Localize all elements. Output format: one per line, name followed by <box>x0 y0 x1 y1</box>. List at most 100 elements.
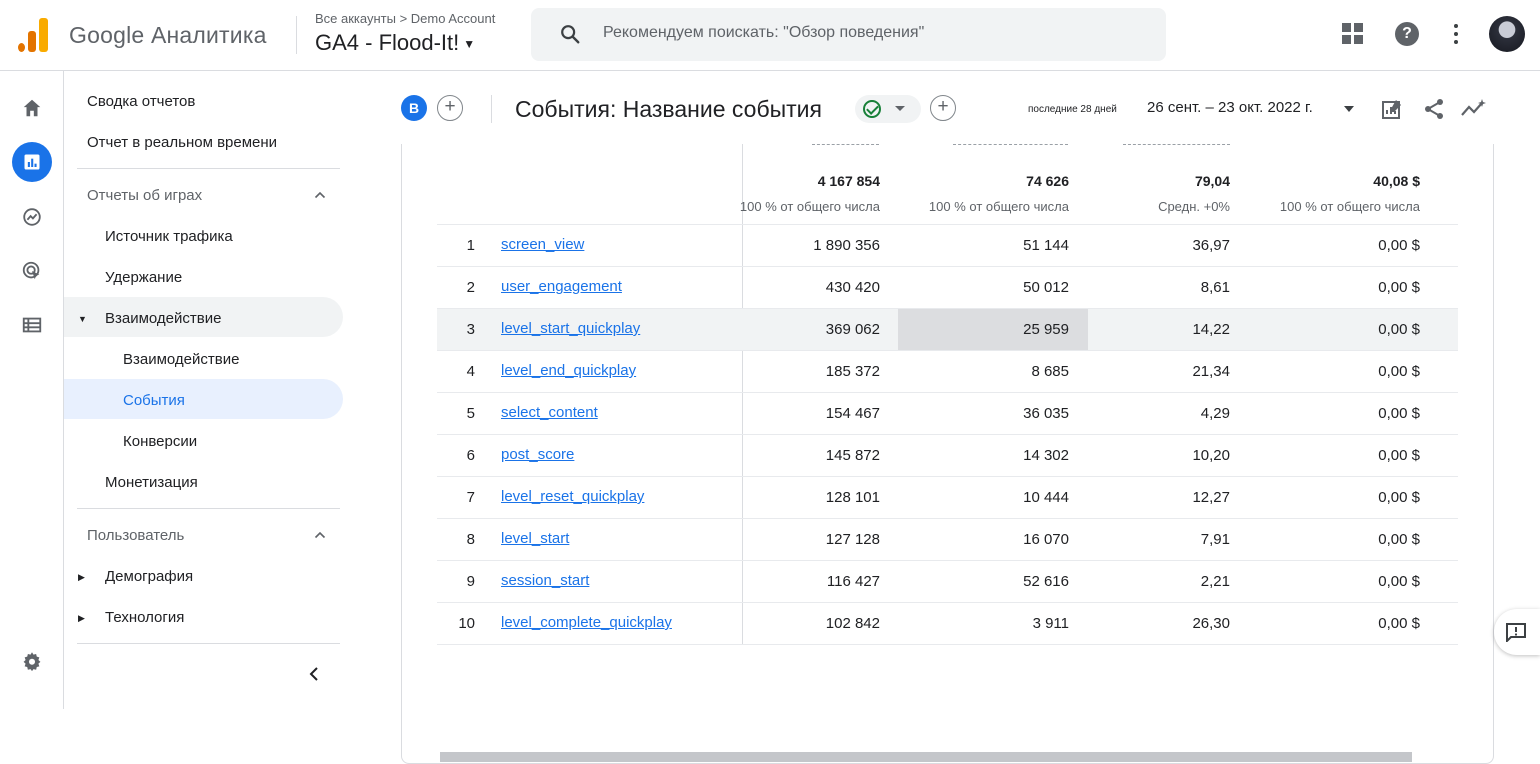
event-name-link[interactable]: select_content <box>501 404 598 421</box>
nav-events[interactable]: События <box>123 392 185 409</box>
total-value: 4 167 854 <box>817 173 880 189</box>
nav-section-user[interactable]: Пользователь <box>87 527 184 544</box>
date-range-selector[interactable]: 26 сент. – 23 окт. 2022 г. <box>1147 99 1313 116</box>
nav-retention[interactable]: Удержание <box>105 269 182 286</box>
help-icon[interactable]: ? <box>1395 22 1419 46</box>
table-row[interactable]: 2 user_engagement 430 420 50 012 8,61 0,… <box>437 266 1458 308</box>
total-revenue: 0,00 $ <box>1378 237 1420 254</box>
events-per-user: 12,27 <box>1192 489 1230 506</box>
expand-triangle-right-icon[interactable]: ▶ <box>78 572 85 583</box>
nav-engagement-group[interactable]: Взаимодействие <box>105 310 221 327</box>
chevron-up-icon[interactable] <box>314 189 326 201</box>
event-count: 116 427 <box>826 573 880 590</box>
event-count: 145 872 <box>825 447 880 464</box>
apps-grid-icon[interactable] <box>1341 22 1365 46</box>
total-users: 50 012 <box>1023 279 1069 296</box>
total-users: 14 302 <box>1023 447 1069 464</box>
table-row[interactable]: 7 level_reset_quickplay 128 101 10 444 1… <box>437 476 1458 518</box>
nav-reports-snapshot[interactable]: Сводка отчетов <box>87 93 195 110</box>
add-filter-icon[interactable]: + <box>930 95 956 121</box>
top-bar: Google Аналитика Все аккаунты > Demo Acc… <box>0 0 1540 71</box>
divider <box>77 508 340 509</box>
table-row[interactable]: 1 screen_view 1 890 356 51 144 36,97 0,0… <box>437 224 1458 266</box>
table-row[interactable]: 9 session_start 116 427 52 616 2,21 0,00… <box>437 560 1458 602</box>
account-selector[interactable]: GA4 - Flood-It! ▼ <box>315 30 475 56</box>
comparison-badge[interactable]: B <box>401 95 427 121</box>
total-value: 74 626 <box>1026 173 1069 189</box>
events-per-user: 26,30 <box>1192 615 1230 632</box>
table-row[interactable]: 3 level_start_quickplay 369 062 25 959 1… <box>437 308 1458 351</box>
event-name-link[interactable]: level_start <box>501 530 569 547</box>
event-name-link[interactable]: session_start <box>501 572 589 589</box>
total-revenue: 0,00 $ <box>1378 321 1420 338</box>
total-subtitle: 100 % от общего числа <box>1279 199 1420 214</box>
nav-monetization[interactable]: Монетизация <box>105 474 198 491</box>
search-input[interactable]: Рекомендуем поискать: "Обзор поведения" <box>531 8 1166 61</box>
reports-icon[interactable] <box>12 142 52 182</box>
chevron-left-icon[interactable] <box>307 666 321 682</box>
nav-traffic-acquisition[interactable]: Источник трафика <box>105 228 233 245</box>
dropdown-arrow-icon[interactable] <box>1344 106 1354 112</box>
table-row[interactable]: 5 select_content 154 467 36 035 4,29 0,0… <box>437 392 1458 434</box>
event-name-link[interactable]: level_end_quickplay <box>501 362 636 379</box>
expand-triangle-right-icon[interactable]: ▶ <box>78 613 85 624</box>
total-revenue: 0,00 $ <box>1378 573 1420 590</box>
total-users: 52 616 <box>1023 573 1069 590</box>
table-row[interactable]: 6 post_score 145 872 14 302 10,20 0,00 $ <box>437 434 1458 476</box>
nav-section-games[interactable]: Отчеты об играх <box>87 187 202 204</box>
table-row[interactable]: 8 level_start 127 128 16 070 7,91 0,00 $ <box>437 518 1458 560</box>
nav-demographics[interactable]: Демография <box>105 568 193 585</box>
nav-tech[interactable]: Технология <box>105 609 184 626</box>
total-revenue: 0,00 $ <box>1378 405 1420 422</box>
insights-icon[interactable] <box>1460 97 1488 121</box>
home-icon[interactable] <box>12 88 52 128</box>
settings-gear-icon[interactable] <box>12 641 52 681</box>
edit-report-icon[interactable] <box>1380 97 1404 121</box>
row-index: 10 <box>458 615 475 632</box>
total-value: 79,04 <box>1194 173 1230 189</box>
table-row[interactable]: 4 level_end_quickplay 185 372 8 685 21,3… <box>437 350 1458 392</box>
breadcrumb[interactable]: Все аккаунты > Demo Account <box>315 11 495 26</box>
total-subtitle: 100 % от общего числа <box>739 199 880 214</box>
event-name-link[interactable]: screen_view <box>501 236 584 253</box>
row-index: 8 <box>466 531 475 548</box>
horizontal-scrollbar[interactable] <box>440 752 1412 762</box>
total-users: 25 959 <box>1023 321 1069 338</box>
more-vert-icon[interactable] <box>1448 22 1464 46</box>
nav-engagement-overview[interactable]: Взаимодействие <box>123 351 239 368</box>
total-subtitle: Средн. +0% <box>1158 199 1230 214</box>
analytics-logo-icon[interactable] <box>18 18 48 52</box>
event-name-link[interactable]: user_engagement <box>501 278 622 295</box>
report-status-chip[interactable] <box>855 95 921 123</box>
events-per-user: 14,22 <box>1192 321 1230 338</box>
total-revenue: 0,00 $ <box>1378 489 1420 506</box>
explore-icon[interactable] <box>12 197 52 237</box>
advertising-icon[interactable] <box>12 251 52 291</box>
avatar[interactable] <box>1489 16 1525 52</box>
events-per-user: 4,29 <box>1200 405 1230 422</box>
expand-triangle-down-icon[interactable]: ▼ <box>78 314 87 324</box>
share-icon[interactable] <box>1422 97 1446 121</box>
total-subtitle: 100 % от общего числа <box>928 199 1069 214</box>
row-index: 3 <box>466 321 475 338</box>
product-name[interactable]: Google Аналитика <box>69 22 267 49</box>
nav-conversions[interactable]: Конверсии <box>123 433 197 450</box>
nav-realtime[interactable]: Отчет в реальном времени <box>87 134 277 151</box>
table-row[interactable]: 10 level_complete_quickplay 102 842 3 91… <box>437 602 1458 644</box>
event-count: 127 128 <box>825 531 880 548</box>
event-name-link[interactable]: level_reset_quickplay <box>501 488 644 505</box>
event-name-link[interactable]: level_start_quickplay <box>501 320 640 337</box>
event-count: 128 101 <box>825 489 880 506</box>
row-index: 4 <box>466 363 475 380</box>
row-index: 5 <box>466 405 475 422</box>
feedback-button[interactable] <box>1494 609 1540 655</box>
add-comparison-icon[interactable]: + <box>437 95 463 121</box>
table-card: 4 167 854 100 % от общего числа 74 626 1… <box>401 144 1494 764</box>
event-name-link[interactable]: post_score <box>501 446 574 463</box>
event-name-link[interactable]: level_complete_quickplay <box>501 614 672 631</box>
total-users: 36 035 <box>1023 405 1069 422</box>
check-circle-icon <box>863 100 881 118</box>
list-icon[interactable] <box>12 305 52 345</box>
total-users: 16 070 <box>1023 531 1069 548</box>
chevron-up-icon[interactable] <box>314 529 326 541</box>
